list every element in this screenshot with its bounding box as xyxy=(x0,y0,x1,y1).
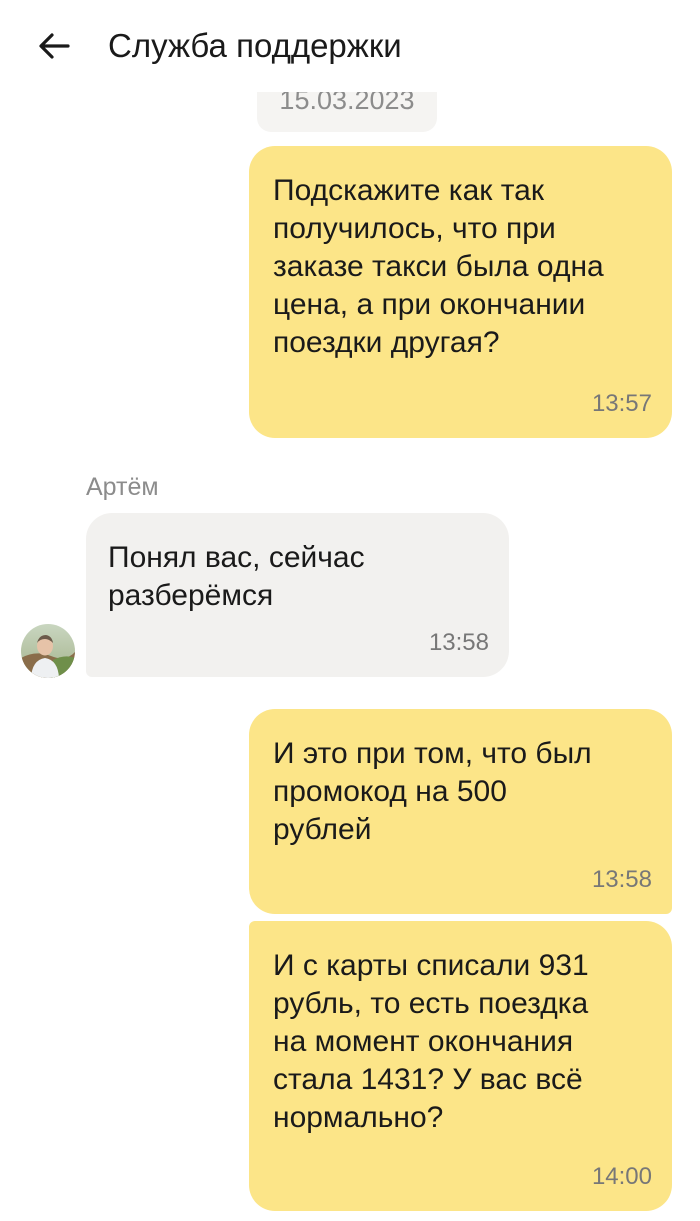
outgoing-message[interactable]: Подскажите как так получилось, что при з… xyxy=(249,146,672,438)
message-time: 14:00 xyxy=(591,1163,652,1190)
sender-name: Артём xyxy=(86,473,159,501)
back-button[interactable] xyxy=(28,22,80,70)
app-header: Служба поддержки xyxy=(0,0,700,92)
message-time: 13:58 xyxy=(428,629,489,656)
message-time: 13:58 xyxy=(591,866,652,893)
user-avatar[interactable] xyxy=(21,624,75,678)
message-text: Подскажите как так получилось, что при з… xyxy=(273,174,604,359)
arrow-left-icon xyxy=(39,33,70,59)
outgoing-message[interactable]: И это при том, что был промокод на 500 р… xyxy=(249,709,672,914)
message-text: И с карты списали 931 рубль, то есть пое… xyxy=(273,949,589,1134)
message-text: Понял вас, сейчас разберёмся xyxy=(108,541,365,612)
outgoing-message[interactable]: И с карты списали 931 рубль, то есть пое… xyxy=(249,921,672,1211)
page-title: Служба поддержки xyxy=(108,27,402,64)
message-text: И это при том, что был промокод на 500 р… xyxy=(273,737,592,846)
avatar-photo xyxy=(21,624,75,678)
message-time: 13:57 xyxy=(591,390,652,417)
incoming-message[interactable]: Понял вас, сейчас разберёмся 13:58 xyxy=(86,513,509,677)
